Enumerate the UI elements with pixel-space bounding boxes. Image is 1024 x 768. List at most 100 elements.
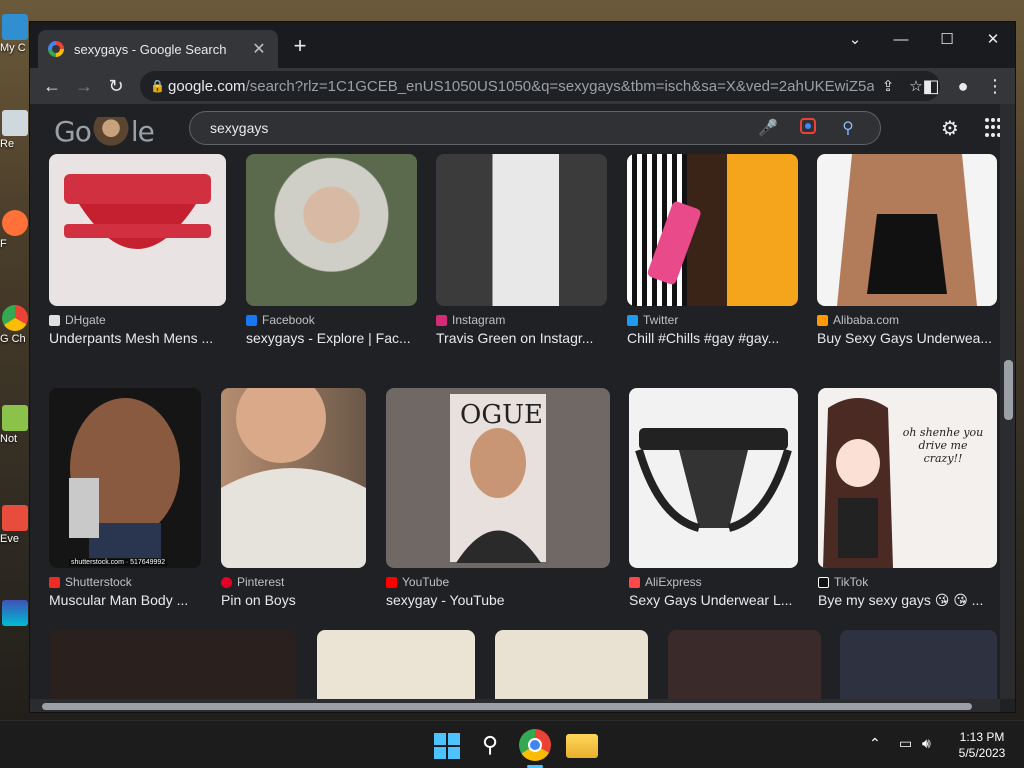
scrollbar-thumb[interactable] bbox=[42, 703, 972, 710]
search-input[interactable]: sexygays bbox=[210, 120, 748, 136]
instagram-icon bbox=[436, 314, 447, 326]
maximize-button[interactable]: ☐ bbox=[924, 26, 970, 56]
notepad-icon bbox=[2, 405, 28, 431]
desktop-icon-chrome[interactable]: G Ch bbox=[0, 305, 30, 345]
image-result-card[interactable]: OGUE YouTube sexygay - YouTube bbox=[386, 388, 610, 608]
new-tab-button[interactable]: + bbox=[287, 34, 313, 60]
microphone-icon[interactable]: 🎤 bbox=[748, 118, 788, 138]
horizontal-scrollbar[interactable] bbox=[30, 699, 1000, 712]
image-result-card[interactable]: DHgate Underpants Mesh Mens ... bbox=[49, 154, 226, 346]
result-title[interactable]: Buy Sexy Gays Underwea... bbox=[817, 330, 997, 346]
settings-gear-icon[interactable]: ⚙ bbox=[938, 116, 962, 140]
close-window-button[interactable]: ✕ bbox=[970, 26, 1015, 56]
result-title[interactable]: Underpants Mesh Mens ... bbox=[49, 330, 226, 346]
clock-date: 5/5/2023 bbox=[958, 746, 1006, 760]
image-result-card[interactable] bbox=[840, 630, 997, 699]
result-thumbnail[interactable] bbox=[49, 154, 226, 306]
google-doodle-logo[interactable]: Go le bbox=[54, 115, 155, 149]
watermark-caption: shutterstock.com · 517649992 bbox=[69, 559, 168, 566]
share-icon[interactable]: ⇪ bbox=[874, 77, 902, 95]
network-icon[interactable]: ▭ bbox=[899, 735, 912, 752]
lens-camera-icon[interactable] bbox=[788, 117, 828, 140]
result-title[interactable]: sexygay - YouTube bbox=[386, 592, 610, 608]
image-result-card[interactable]: oh shenhe you drive me crazy!! TikTok By… bbox=[818, 388, 997, 609]
result-thumbnail[interactable] bbox=[49, 630, 296, 699]
result-thumbnail[interactable]: shutterstock.com · 517649992 bbox=[49, 388, 201, 568]
twitter-icon bbox=[627, 314, 638, 326]
result-thumbnail[interactable] bbox=[627, 154, 798, 306]
tab-search-icon[interactable]: ⌄ bbox=[832, 26, 878, 56]
show-hidden-icons-chevron-icon[interactable]: ⌃ bbox=[869, 735, 881, 752]
reload-icon[interactable]: ↻ bbox=[100, 70, 132, 102]
minimize-button[interactable]: — bbox=[878, 26, 924, 56]
result-thumbnail[interactable] bbox=[436, 154, 607, 306]
back-arrow-icon[interactable]: ← bbox=[36, 70, 68, 102]
vertical-scrollbar[interactable] bbox=[1000, 104, 1015, 699]
image-result-card[interactable] bbox=[49, 630, 296, 699]
result-thumbnail[interactable] bbox=[840, 630, 997, 699]
pinterest-icon bbox=[221, 576, 232, 588]
result-title[interactable]: sexygays - Explore | Fac... bbox=[246, 330, 417, 346]
result-title[interactable]: Sexy Gays Underwear L... bbox=[629, 592, 798, 608]
image-result-card[interactable]: Alibaba.com Buy Sexy Gays Underwea... bbox=[817, 154, 997, 346]
image-result-card[interactable]: Facebook sexygays - Explore | Fac... bbox=[246, 154, 417, 346]
image-result-card[interactable]: Instagram Travis Green on Instagr... bbox=[436, 154, 607, 346]
google-images-page: Go le sexygays 🎤 ⚲ ⚙ DHgate Underpants M… bbox=[30, 104, 1000, 699]
windows-start-icon[interactable] bbox=[430, 729, 462, 761]
result-title[interactable]: Pin on Boys bbox=[221, 592, 366, 608]
result-title[interactable]: Travis Green on Instagr... bbox=[436, 330, 607, 346]
result-title[interactable]: Muscular Man Body ... bbox=[49, 592, 201, 608]
side-panel-icon[interactable]: ◧ bbox=[915, 70, 947, 102]
scrollbar-thumb[interactable] bbox=[1004, 360, 1013, 420]
volume-icon[interactable]: 🔊︎ bbox=[922, 735, 931, 752]
image-result-card[interactable]: Pinterest Pin on Boys bbox=[221, 388, 366, 608]
system-clock[interactable]: 1:13 PM 5/5/2023 bbox=[950, 729, 1014, 761]
url-path: /search?rlz=1C1GCEB_enUS1050US1050&q=sex… bbox=[245, 77, 874, 95]
aliexpress-icon bbox=[629, 576, 640, 588]
desktop-icon-recycle-bin[interactable]: Re bbox=[0, 110, 30, 150]
forward-arrow-icon[interactable]: → bbox=[68, 70, 100, 102]
taskbar: ⚲ ⌃ ▭ 🔊︎ 1:13 PM 5/5/2023 bbox=[0, 720, 1024, 768]
result-title[interactable]: Chill #Chills #gay #gay... bbox=[627, 330, 798, 346]
source-favicon-icon bbox=[49, 314, 60, 326]
result-thumbnail[interactable] bbox=[246, 154, 417, 306]
image-result-card[interactable] bbox=[495, 630, 648, 699]
image-result-card[interactable] bbox=[317, 630, 475, 699]
file-explorer-icon[interactable] bbox=[566, 734, 598, 758]
image-result-card[interactable] bbox=[668, 630, 821, 699]
result-title[interactable]: Bye my sexy gays 😘 😘 ... bbox=[818, 592, 997, 609]
search-icon[interactable]: ⚲ bbox=[828, 118, 868, 138]
firefox-icon bbox=[2, 210, 28, 236]
desktop-icon-notepad[interactable]: Not bbox=[0, 405, 30, 445]
chrome-taskbar-icon[interactable] bbox=[519, 729, 551, 761]
desktop-icon-firefox[interactable]: F bbox=[0, 210, 30, 250]
address-bar[interactable]: 🔒 google.com/search?rlz=1C1GCEB_enUS1050… bbox=[140, 71, 940, 101]
desktop-icon-my-computer[interactable]: My C bbox=[0, 14, 30, 54]
desktop-icon-event[interactable]: Eve bbox=[0, 505, 30, 545]
result-thumbnail[interactable]: OGUE bbox=[386, 388, 610, 568]
recycle-bin-icon bbox=[2, 110, 28, 136]
result-thumbnail[interactable] bbox=[817, 154, 997, 306]
search-taskbar-icon[interactable]: ⚲ bbox=[474, 729, 506, 761]
result-thumbnail[interactable] bbox=[668, 630, 821, 699]
url-host: google.com bbox=[168, 77, 246, 95]
search-box[interactable]: sexygays 🎤 ⚲ bbox=[189, 111, 881, 145]
tab-close-icon[interactable]: ✕ bbox=[250, 39, 268, 59]
image-result-card[interactable]: shutterstock.com · 517649992 Shutterstoc… bbox=[49, 388, 201, 608]
result-thumbnail[interactable] bbox=[629, 388, 798, 568]
image-result-card[interactable]: Twitter Chill #Chills #gay #gay... bbox=[627, 154, 798, 346]
event-icon bbox=[2, 505, 28, 531]
result-thumbnail[interactable] bbox=[495, 630, 648, 699]
magazine-title-text: OGUE bbox=[460, 400, 543, 430]
clock-time: 1:13 PM bbox=[959, 730, 1005, 744]
google-apps-icon[interactable] bbox=[985, 118, 1000, 138]
image-result-card[interactable]: AliExpress Sexy Gays Underwear L... bbox=[629, 388, 798, 608]
result-thumbnail[interactable] bbox=[221, 388, 366, 568]
result-thumbnail[interactable] bbox=[317, 630, 475, 699]
desktop-icon-app[interactable] bbox=[0, 600, 30, 628]
menu-kebab-icon[interactable]: ⋮ bbox=[979, 70, 1011, 102]
profile-icon[interactable]: ● bbox=[947, 70, 979, 102]
tab-google-search[interactable]: sexygays - Google Search ✕ bbox=[38, 30, 278, 68]
computer-icon bbox=[2, 14, 28, 40]
result-thumbnail[interactable]: oh shenhe you drive me crazy!! bbox=[818, 388, 997, 568]
